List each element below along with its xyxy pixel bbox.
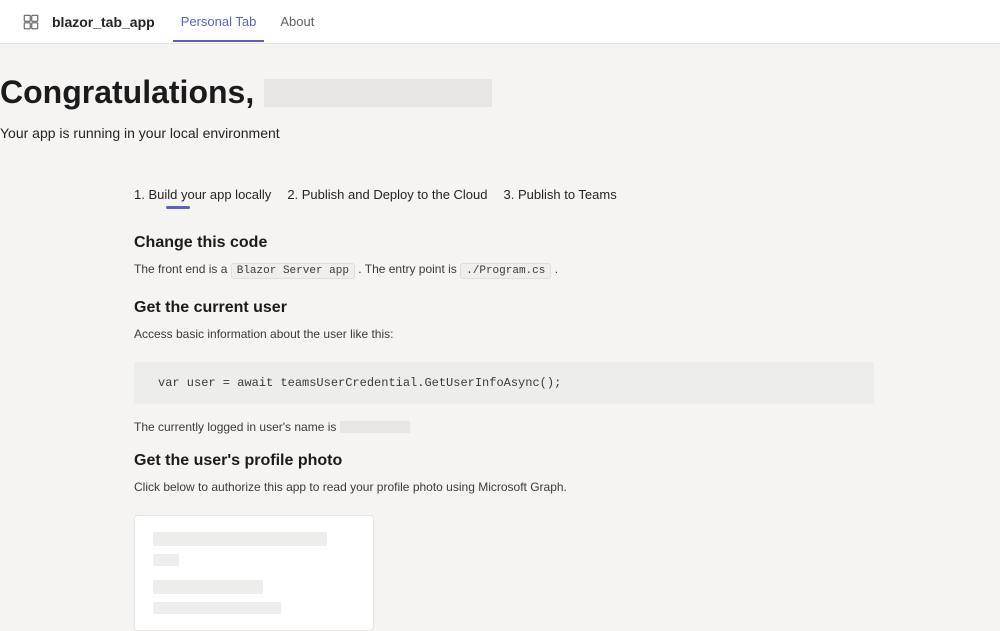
step-publish-cloud[interactable]: 2. Publish and Deploy to the Cloud — [287, 187, 487, 208]
congrats-row: Congratulations, — [0, 74, 1000, 111]
main-panel: 1. Build your app locally 2. Publish and… — [134, 187, 874, 631]
card-placeholder-line — [153, 602, 281, 614]
section-current-user-heading: Get the current user — [134, 299, 874, 317]
section-profile-photo-heading: Get the user's profile photo — [134, 452, 874, 470]
inline-code-entry-point: ./Program.cs — [460, 263, 551, 279]
tab-personal[interactable]: Personal Tab — [173, 1, 265, 42]
step-build-locally[interactable]: 1. Build your app locally — [134, 187, 271, 208]
profile-photo-card[interactable] — [134, 515, 374, 631]
inline-code-app-type: Blazor Server app — [231, 263, 355, 279]
section-profile-photo-text: Click below to authorize this app to rea… — [134, 478, 874, 497]
steps-nav: 1. Build your app locally 2. Publish and… — [134, 187, 874, 208]
step-publish-teams[interactable]: 3. Publish to Teams — [504, 187, 617, 208]
text-fragment: . The entry point is — [358, 262, 460, 276]
card-placeholder-line — [153, 554, 179, 566]
tab-about[interactable]: About — [272, 1, 322, 42]
section-current-user-text: Access basic information about the user … — [134, 325, 874, 344]
logged-in-username-placeholder — [340, 421, 410, 433]
main-content: Congratulations, Your app is running in … — [0, 44, 1000, 631]
card-placeholder-line — [153, 532, 327, 546]
section-change-code-heading: Change this code — [134, 234, 874, 252]
logged-in-text: The currently logged in user's name is — [134, 420, 874, 434]
text-fragment: The front end is a — [134, 262, 231, 276]
section-change-code-text: The front end is a Blazor Server app . T… — [134, 260, 874, 281]
card-placeholder-line — [153, 580, 263, 594]
text-fragment: . — [555, 262, 558, 276]
congrats-heading: Congratulations, — [0, 74, 254, 111]
hero-subtext: Your app is running in your local enviro… — [0, 125, 1000, 141]
username-placeholder — [264, 79, 492, 107]
code-block-get-user: var user = await teamsUserCredential.Get… — [134, 362, 874, 404]
app-icon — [20, 11, 42, 33]
text-fragment: The currently logged in user's name is — [134, 420, 336, 434]
app-header: blazor_tab_app Personal Tab About — [0, 0, 1000, 44]
app-name: blazor_tab_app — [52, 14, 155, 30]
